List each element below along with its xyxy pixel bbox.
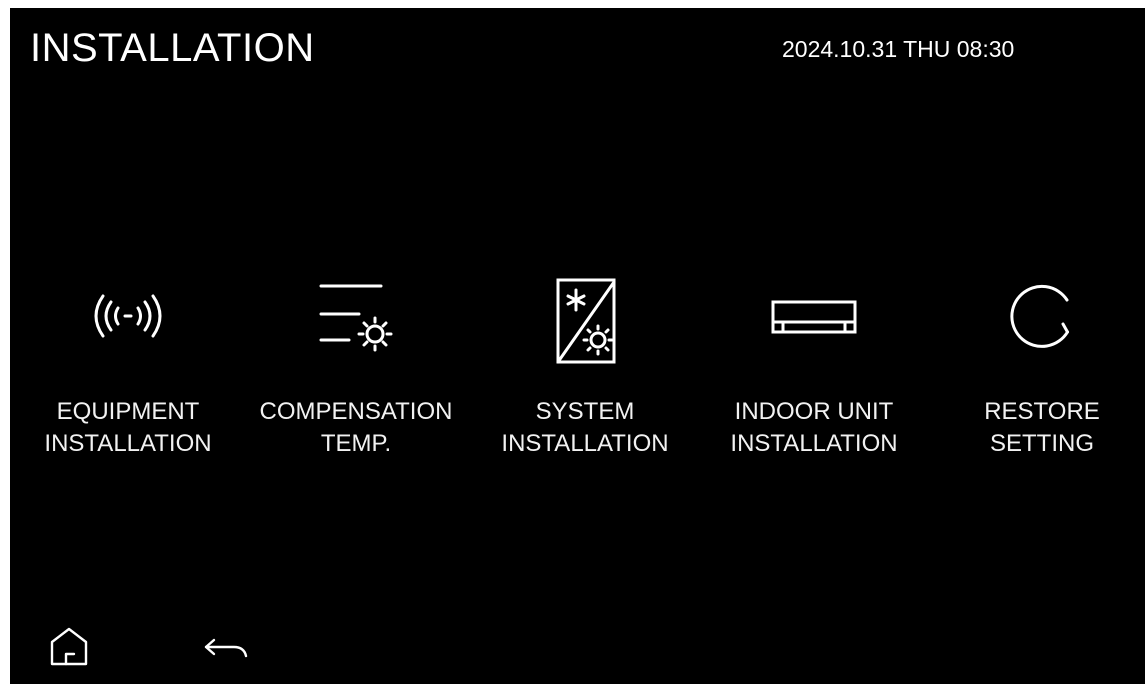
restore-icon xyxy=(1010,284,1069,348)
indoor-unit-icon xyxy=(771,300,857,334)
compensation-temp-icon xyxy=(319,284,393,352)
system-installation-icon xyxy=(556,278,616,364)
indoor-unit-installation-label: INDOOR UNIT INSTALLATION xyxy=(730,398,898,457)
compensation-temp-label: COMPENSATION TEMP. xyxy=(259,398,453,457)
restore-setting-button[interactable]: RESTORE SETTING xyxy=(922,274,1145,474)
installation-screen: INSTALLATION 2024.10.31 THU 08:30 EQUIPM… xyxy=(10,8,1145,684)
system-installation-button[interactable]: SYSTEM INSTALLATION xyxy=(465,274,705,474)
compensation-temp-button[interactable]: COMPENSATION TEMP. xyxy=(236,274,476,474)
system-installation-label: SYSTEM INSTALLATION xyxy=(501,398,669,457)
restore-setting-label: RESTORE SETTING xyxy=(984,398,1100,457)
home-icon xyxy=(50,627,88,666)
indoor-unit-installation-button[interactable]: INDOOR UNIT INSTALLATION xyxy=(694,274,934,474)
equipment-installation-label: EQUIPMENT INSTALLATION xyxy=(44,398,212,457)
back-arrow-icon xyxy=(204,638,248,658)
equipment-installation-button[interactable]: EQUIPMENT INSTALLATION xyxy=(10,274,248,474)
home-button[interactable] xyxy=(44,620,94,670)
date-time-display: 2024.10.31 THU 08:30 xyxy=(782,36,1015,62)
signal-wave-icon xyxy=(94,294,162,338)
page-title: INSTALLATION xyxy=(30,26,315,70)
back-button[interactable] xyxy=(200,620,250,670)
